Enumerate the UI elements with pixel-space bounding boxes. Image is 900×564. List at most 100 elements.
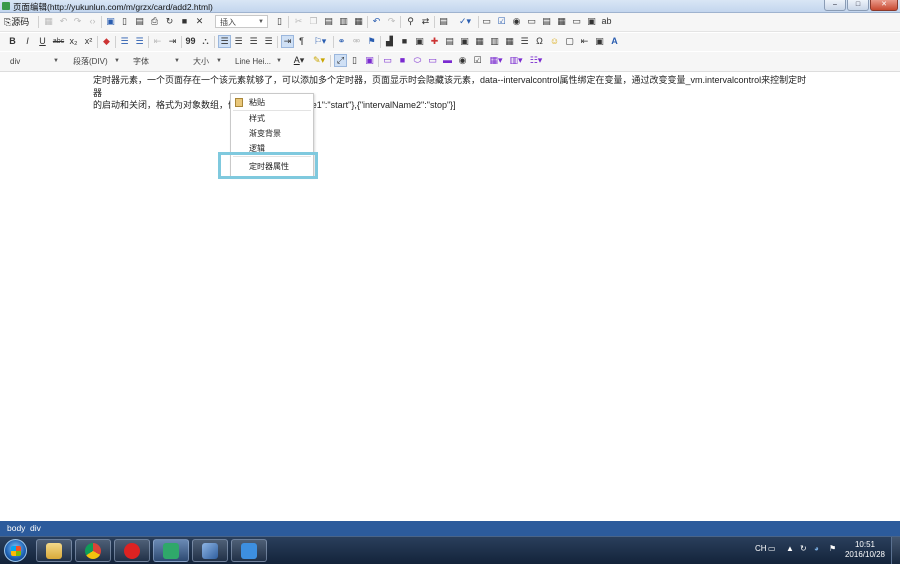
- tray-expand-icon[interactable]: ▲: [786, 544, 794, 553]
- language-indicator[interactable]: CH: [755, 544, 767, 553]
- sync-icon[interactable]: ↻: [800, 544, 807, 553]
- columns-dropdown-icon[interactable]: ▥▾: [507, 55, 525, 66]
- paragraph-format-select[interactable]: 段落(DIV) ▼: [69, 55, 123, 68]
- text-color-icon[interactable]: A▾: [291, 55, 307, 66]
- table-icon[interactable]: ▦: [504, 36, 515, 47]
- spellcheck-icon[interactable]: ✓▾: [456, 16, 474, 27]
- grid-dropdown-icon[interactable]: ▦▾: [487, 55, 505, 66]
- rtl-icon[interactable]: ¶: [296, 36, 307, 47]
- network-icon[interactable]: ◕: [814, 544, 819, 553]
- iframe-icon[interactable]: ▢: [564, 36, 575, 47]
- hidden-field-icon[interactable]: ab: [601, 16, 612, 27]
- layer-icon[interactable]: ▣: [594, 36, 605, 47]
- code-icon[interactable]: ‹›: [87, 16, 98, 27]
- subscript-button[interactable]: x₂: [68, 36, 79, 47]
- source-button[interactable]: ⎘源码: [4, 16, 29, 28]
- replace-icon[interactable]: ⇄: [420, 16, 431, 27]
- superscript-button[interactable]: x²: [83, 36, 94, 47]
- flash-icon[interactable]: ▥: [489, 36, 500, 47]
- select-field-icon[interactable]: ▦: [556, 16, 567, 27]
- smiley-icon[interactable]: ☺: [549, 36, 560, 47]
- system-clock[interactable]: 10:51 2016/10/28: [840, 540, 890, 560]
- show-desktop-button[interactable]: [891, 537, 900, 564]
- print-icon[interactable]: ⎙: [149, 16, 160, 27]
- clear-format-icon[interactable]: ◆: [101, 36, 112, 47]
- align-center-icon[interactable]: ☰: [233, 36, 244, 47]
- line-height-select[interactable]: Line Hei... ▼: [231, 55, 285, 68]
- find-icon[interactable]: ⚲: [405, 16, 416, 27]
- taskbar-app-file-explorer[interactable]: [36, 539, 72, 562]
- background-color-icon[interactable]: ✎▾: [311, 55, 327, 66]
- anchor-icon[interactable]: ⚑: [366, 36, 377, 47]
- video-icon[interactable]: ■: [399, 36, 410, 47]
- template-icon[interactable]: ▦: [474, 36, 485, 47]
- button-field-icon[interactable]: ▭: [571, 16, 582, 27]
- bold-button[interactable]: B: [7, 36, 18, 47]
- undo-icon[interactable]: ↶: [371, 16, 382, 27]
- bulleted-list-icon[interactable]: ☰: [134, 36, 145, 47]
- outdent-icon[interactable]: ⇤: [152, 36, 163, 47]
- plugin-icon[interactable]: ✚: [429, 36, 440, 47]
- show-blocks-icon[interactable]: ▯: [349, 55, 360, 66]
- templates-icon[interactable]: ▦: [43, 16, 54, 27]
- custom-widget-1-icon[interactable]: ▭: [382, 55, 393, 66]
- maximize-button[interactable]: □: [847, 0, 869, 11]
- form-icon[interactable]: ▭: [481, 16, 492, 27]
- eye-icon[interactable]: ◉: [457, 55, 468, 66]
- ltr-icon[interactable]: ⇥: [281, 35, 294, 48]
- taskbar-app-green[interactable]: [153, 539, 189, 562]
- remove-format-icon[interactable]: ✕: [194, 16, 205, 27]
- refresh-icon[interactable]: ↻: [164, 16, 175, 27]
- link-icon[interactable]: ⚭: [336, 36, 347, 47]
- redo-icon[interactable]: ↷: [386, 16, 397, 27]
- undo-format-icon[interactable]: ↶: [58, 16, 69, 27]
- font-size-select[interactable]: 大小 ▼: [189, 55, 225, 68]
- preview-icon[interactable]: ▤: [134, 16, 145, 27]
- slideshow-icon[interactable]: ▣: [459, 36, 470, 47]
- chart-icon[interactable]: ▟: [384, 36, 395, 47]
- redo-format-icon[interactable]: ↷: [72, 16, 83, 27]
- insert-dropdown[interactable]: 插入 ▼: [215, 15, 268, 28]
- image-button-icon[interactable]: ▣: [586, 16, 597, 27]
- taskbar-app-virtualbox[interactable]: [192, 539, 228, 562]
- path-item-div[interactable]: div: [30, 523, 41, 533]
- textfield-icon[interactable]: ▭: [526, 16, 537, 27]
- taskbar-app-blue[interactable]: [231, 539, 267, 562]
- underline-button[interactable]: U: [37, 36, 48, 47]
- copy-icon[interactable]: ❐: [308, 16, 319, 27]
- taskbar-app-red[interactable]: [114, 539, 150, 562]
- italic-button[interactable]: I: [22, 36, 33, 47]
- custom-widget-4-icon[interactable]: ▭: [427, 55, 438, 66]
- action-center-icon[interactable]: ⚑: [829, 544, 836, 553]
- indent-icon[interactable]: ⇥: [167, 36, 178, 47]
- radio-icon[interactable]: ◉: [511, 16, 522, 27]
- cut-icon[interactable]: ✂: [293, 16, 304, 27]
- special-char-button[interactable]: Ω: [534, 36, 545, 47]
- minimize-button[interactable]: –: [824, 0, 846, 11]
- maximize-icon[interactable]: ⤢: [334, 54, 347, 67]
- textarea-icon[interactable]: ▤: [541, 16, 552, 27]
- custom-widget-5-icon[interactable]: ▬: [442, 55, 453, 66]
- align-right-icon[interactable]: ☰: [248, 36, 259, 47]
- style-tag-select[interactable]: div ▼: [6, 55, 62, 68]
- horizontal-rule-icon[interactable]: ☰: [519, 36, 530, 47]
- custom-widget-2-icon[interactable]: ■: [397, 55, 408, 66]
- custom-widget-3-icon[interactable]: ⬭: [412, 55, 423, 66]
- font-style-icon[interactable]: A: [609, 36, 620, 47]
- checkbox-icon[interactable]: ☑: [496, 16, 507, 27]
- context-menu-item-gradient-background[interactable]: 渐变背景: [249, 128, 281, 139]
- lock-icon[interactable]: ■: [179, 16, 190, 27]
- taskbar-app-chrome[interactable]: [75, 539, 111, 562]
- keyboard-icon[interactable]: ▭: [768, 544, 776, 553]
- page-break-icon[interactable]: ⇤: [579, 36, 590, 47]
- save-icon[interactable]: ▣: [105, 16, 116, 27]
- context-menu-item-style[interactable]: 样式: [249, 113, 265, 124]
- about-icon[interactable]: ▣: [364, 55, 375, 66]
- context-menu-item-paste[interactable]: 粘贴: [249, 97, 265, 108]
- blockquote-button[interactable]: 99: [185, 36, 196, 47]
- check-icon[interactable]: ☑: [472, 55, 483, 66]
- strikethrough-button[interactable]: abc: [52, 36, 65, 47]
- start-button[interactable]: [4, 539, 27, 562]
- path-item-body[interactable]: body: [7, 523, 25, 533]
- div-container-icon[interactable]: ⛬: [200, 36, 211, 47]
